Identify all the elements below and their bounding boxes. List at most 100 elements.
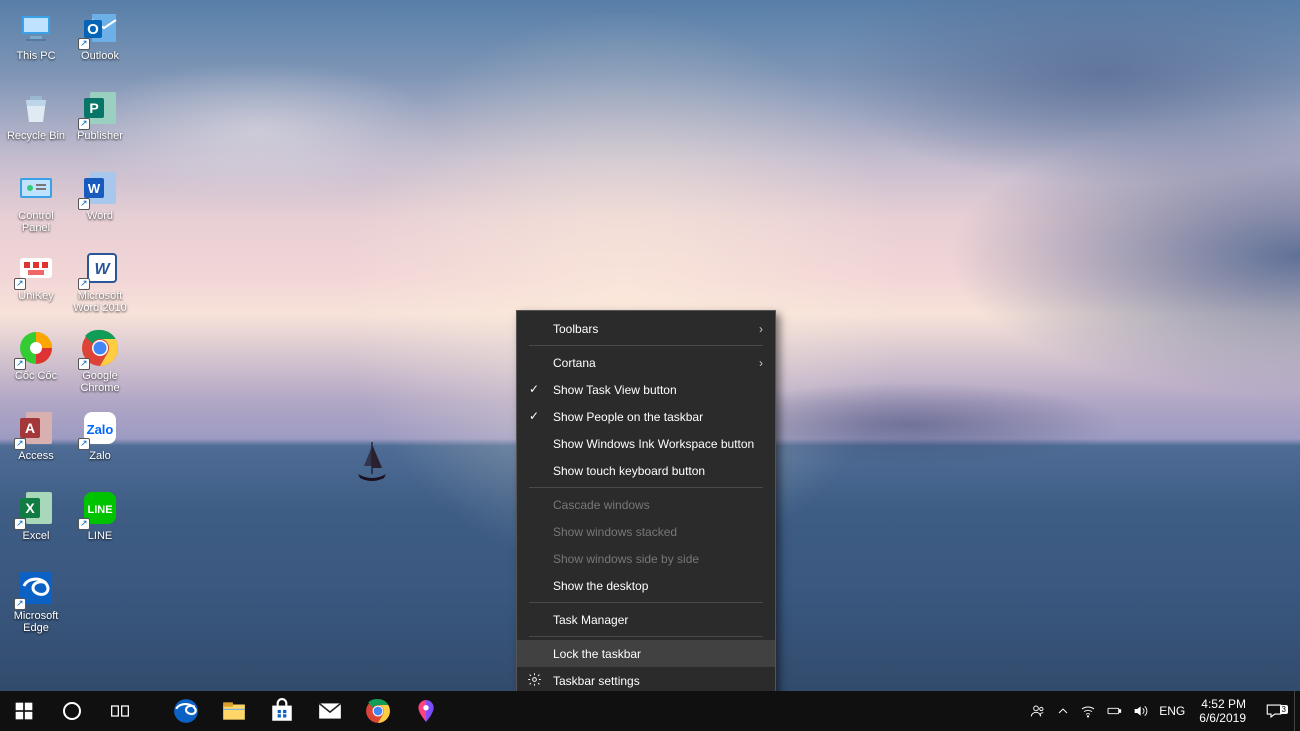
shortcut-overlay-icon: [78, 438, 90, 450]
shortcut-overlay-icon: [14, 438, 26, 450]
ctx-label: Cortana: [553, 356, 596, 370]
volume-icon[interactable]: [1127, 691, 1153, 731]
shortcut-overlay-icon: [78, 118, 90, 130]
desktop-icon-label: Word: [87, 210, 113, 222]
taskbar-right: ENG 4:52 PM 6/6/2019 3: [1025, 691, 1300, 731]
svg-text:O: O: [87, 21, 99, 38]
ctx-cortana[interactable]: Cortana ›: [517, 349, 775, 376]
desktop-icon-zalo[interactable]: ZaloZalo: [68, 404, 132, 484]
shortcut-overlay-icon: [14, 518, 26, 530]
shortcut-overlay-icon: [78, 358, 90, 370]
desktop-icon-access[interactable]: AAccess: [4, 404, 68, 484]
clock[interactable]: 4:52 PM 6/6/2019: [1191, 697, 1254, 725]
recycle-bin-icon: [16, 88, 56, 128]
taskbar-app-store[interactable]: [258, 691, 306, 731]
taskbar[interactable]: ENG 4:52 PM 6/6/2019 3: [0, 691, 1300, 731]
clock-time: 4:52 PM: [1199, 697, 1246, 711]
desktop-icon-word2010[interactable]: W Microsoft Word 2010: [68, 244, 132, 324]
show-desktop-button[interactable]: [1294, 691, 1300, 731]
ctx-label: Show the desktop: [553, 579, 648, 593]
battery-icon[interactable]: [1101, 691, 1127, 731]
action-center-button[interactable]: 3: [1254, 702, 1294, 720]
coccoc-icon: [16, 328, 56, 368]
desktop-icon-label: Microsoft Word 2010: [69, 290, 131, 314]
desktop-icon-label: Cốc Cốc: [15, 370, 57, 382]
ctx-separator: [529, 602, 763, 603]
desktop-icon-label: Control Panel: [5, 210, 67, 234]
ctx-lock-taskbar[interactable]: Lock the taskbar: [517, 640, 775, 667]
ctx-task-manager[interactable]: Task Manager: [517, 606, 775, 633]
taskbar-app-mail[interactable]: [306, 691, 354, 731]
ctx-show-people[interactable]: ✓ Show People on the taskbar: [517, 403, 775, 430]
ctx-label: Show Windows Ink Workspace button: [553, 437, 754, 451]
taskbar-app-maps[interactable]: [402, 691, 450, 731]
desktop-icon-publisher[interactable]: P Publisher: [68, 84, 132, 164]
taskbar-app-edge[interactable]: [162, 691, 210, 731]
desktop-icon-unikey[interactable]: UniKey: [4, 244, 68, 324]
ctx-show-wink[interactable]: Show Windows Ink Workspace button: [517, 430, 775, 457]
ctx-cascade: Cascade windows: [517, 491, 775, 518]
desktop-icon-label: Microsoft Edge: [5, 610, 67, 634]
submenu-arrow-icon: ›: [759, 322, 763, 336]
publisher-icon: P: [80, 88, 120, 128]
desktop-icon-edge[interactable]: Microsoft Edge: [4, 564, 68, 644]
desktop-icon-this-pc[interactable]: This PC: [4, 4, 68, 84]
cortana-circle-icon: [63, 702, 81, 720]
submenu-arrow-icon: ›: [759, 356, 763, 370]
start-button[interactable]: [0, 691, 48, 731]
ctx-side-by-side: Show windows side by side: [517, 545, 775, 572]
svg-text:W: W: [94, 261, 111, 278]
ctx-label: Show touch keyboard button: [553, 464, 705, 478]
desktop-icon-recycle-bin[interactable]: Recycle Bin: [4, 84, 68, 164]
access-icon: A: [16, 408, 56, 448]
control-panel-icon: [16, 168, 56, 208]
shortcut-overlay-icon: [14, 278, 26, 290]
desktop-icon-control-panel[interactable]: Control Panel: [4, 164, 68, 244]
ctx-separator: [529, 636, 763, 637]
ctx-label: Task Manager: [553, 613, 628, 627]
edge-icon: [16, 568, 56, 608]
cortana-button[interactable]: [48, 691, 96, 731]
gear-icon: [527, 672, 542, 690]
desktop-icon-label: LINE: [88, 530, 112, 542]
ctx-label: Taskbar settings: [553, 674, 640, 688]
desktop-icon-coccoc[interactable]: Cốc Cốc: [4, 324, 68, 404]
desktop-icon-google-chrome[interactable]: Google Chrome: [68, 324, 132, 404]
task-view-button[interactable]: [96, 691, 144, 731]
check-icon: ✓: [529, 382, 539, 396]
ctx-show-touch[interactable]: Show touch keyboard button: [517, 457, 775, 484]
svg-text:P: P: [89, 100, 98, 116]
ctx-stacked: Show windows stacked: [517, 518, 775, 545]
ctx-label: Show People on the taskbar: [553, 410, 703, 424]
shortcut-overlay-icon: [78, 278, 90, 290]
desktop-icon-label: Google Chrome: [69, 370, 131, 394]
desktop-icon-word[interactable]: WWord: [68, 164, 132, 244]
svg-text:A: A: [25, 420, 35, 436]
ctx-show-desktop[interactable]: Show the desktop: [517, 572, 775, 599]
taskbar-left: [0, 691, 450, 731]
taskbar-app-chrome[interactable]: [354, 691, 402, 731]
ctx-taskbar-settings[interactable]: Taskbar settings: [517, 667, 775, 694]
wifi-icon[interactable]: [1075, 691, 1101, 731]
desktop-icon-label: Outlook: [81, 50, 119, 62]
ctx-show-task-view[interactable]: ✓ Show Task View button: [517, 376, 775, 403]
desktop-icon-outlook[interactable]: O Outlook: [68, 4, 132, 84]
people-icon[interactable]: [1025, 691, 1051, 731]
desktop-icon-label: Publisher: [77, 130, 123, 142]
ctx-label: Show windows side by side: [553, 552, 699, 566]
ctx-toolbars[interactable]: Toolbars ›: [517, 315, 775, 342]
line-icon: LINE: [80, 488, 120, 528]
desktop-icon-label: This PC: [16, 50, 55, 62]
shortcut-overlay-icon: [78, 198, 90, 210]
ctx-label: Lock the taskbar: [553, 647, 641, 661]
svg-text:LINE: LINE: [87, 504, 112, 516]
desktop-icon-line[interactable]: LINE LINE: [68, 484, 132, 564]
language-indicator[interactable]: ENG: [1153, 704, 1191, 718]
desktop-icon-excel[interactable]: XExcel: [4, 484, 68, 564]
excel-icon: X: [16, 488, 56, 528]
taskbar-app-file-explorer[interactable]: [210, 691, 258, 731]
desktop[interactable]: This PC Recycle Bin Control Panel UniKey Cốc…: [0, 0, 1300, 731]
check-icon: ✓: [529, 409, 539, 423]
tray-chevron-up-icon[interactable]: [1051, 691, 1075, 731]
ctx-label: Show Task View button: [553, 383, 677, 397]
